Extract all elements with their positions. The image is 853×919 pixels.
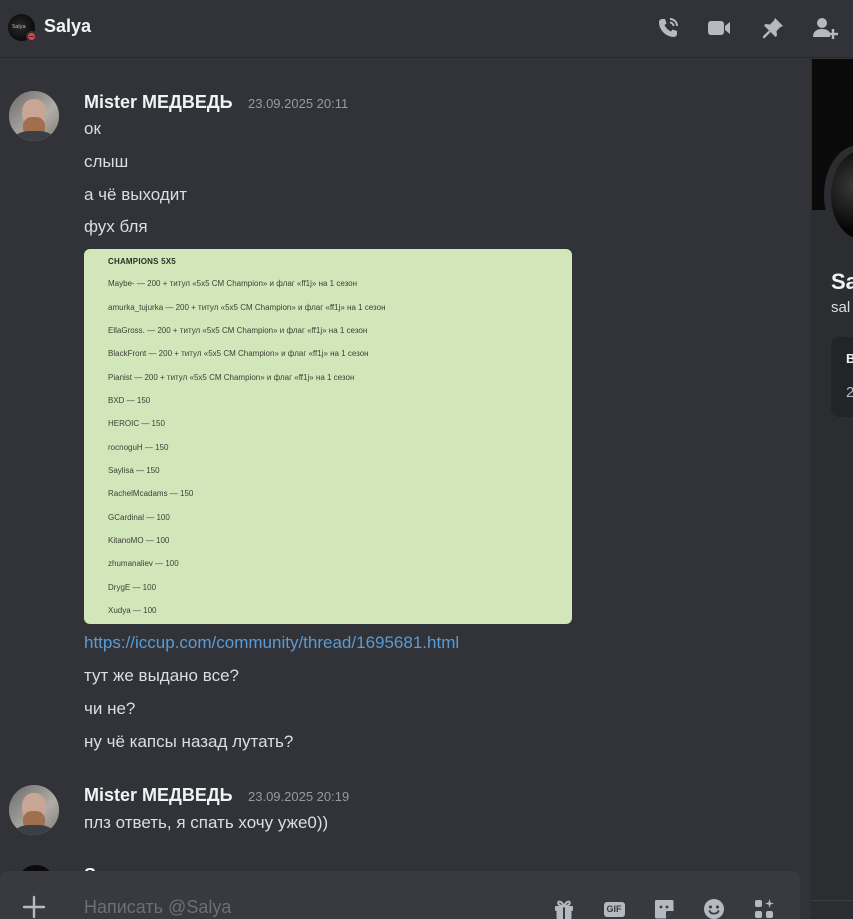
sticker-icon[interactable] [652,897,676,919]
dm-avatar[interactable]: Salya [8,14,37,42]
attachment-row: RachelMcadams — 150 [108,489,194,498]
message-list[interactable]: Mister МЕДВЕДЬ 23.09.2025 20:11 ок слыш … [0,59,811,871]
message-line: ну чё капсы назад лутать? [84,732,294,751]
attachment-row: HEROIC — 150 [108,419,165,428]
attachment-row: BXD — 150 [108,396,151,405]
avatar-logo-text: Salya [12,24,26,30]
message-input[interactable]: Написать @Salya [84,897,231,918]
add-icon[interactable] [22,895,46,919]
profile-card-value: 2 [846,384,853,401]
phone-call-icon[interactable] [655,15,681,41]
message-line: плз ответь, я спать хочу уже0)) [84,813,329,832]
author-avatar[interactable] [9,785,59,835]
attachment-row: zhumanaliev — 100 [108,559,179,568]
attachment-row: EllaGross. — 200 + титул «5x5 CM Champio… [108,326,368,335]
message-line: а чё выходит [84,185,188,204]
apps-icon[interactable] [752,897,776,919]
profile-display-name: Sa [831,269,853,294]
image-attachment[interactable]: CHAMPIONS 5X5 Maybe- — 200 + титул «5x5 … [84,249,572,624]
attachment-row: Saylisa — 150 [108,466,160,475]
attachment-row: Pianist — 200 + титул «5x5 CM Champion» … [108,373,355,382]
attachment-row: GCardinal — 100 [108,513,170,522]
message-line: чи не? [84,699,136,718]
gift-icon[interactable] [552,897,576,919]
message-timestamp: 23.09.2025 20:19 [248,789,350,804]
attachment-row: rocnoguH — 150 [108,443,169,452]
attachment-row: DrygE — 100 [108,583,157,592]
message-author[interactable]: Mister МЕДВЕДЬ [84,92,233,113]
attachment-row: BlackFront — 200 + титул «5x5 CM Champio… [108,349,369,358]
author-avatar[interactable] [9,91,59,141]
gif-label: GIF [603,901,625,917]
message-line: слыш [84,152,129,171]
attachment-title: CHAMPIONS 5X5 [108,257,176,266]
pin-icon[interactable] [760,15,786,41]
video-camera-icon[interactable] [706,15,732,41]
add-friend-icon[interactable] [812,15,838,41]
profile-card-heading: В [846,351,853,366]
divider [811,900,853,901]
profile-info-card [831,337,853,417]
gif-icon[interactable]: GIF [602,897,626,919]
message-author[interactable]: Mister МЕДВЕДЬ [84,785,233,806]
dnd-status-icon [26,31,37,42]
message-timestamp: 23.09.2025 20:11 [248,96,349,111]
message-composer[interactable]: Написать @Salya GIF [0,871,800,919]
profile-username: sal [831,299,851,316]
message-line: тут же выдано все? [84,666,239,685]
attachment-row: KitanoMO — 100 [108,536,170,545]
dm-header: Salya Salya [0,0,853,58]
attachment-row: amurka_tujurka — 200 + титул «5x5 CM Cha… [108,303,386,312]
message-link[interactable]: https://iccup.com/community/thread/16956… [84,633,459,653]
attachment-row: Maybe- — 200 + титул «5x5 CM Champion» и… [108,279,358,288]
message-line: фух бля [84,217,148,236]
profile-panel: Sa sal В 2 [811,59,853,919]
emoji-icon[interactable] [702,897,726,919]
message-line: ок [84,119,101,138]
attachment-row: Xudya — 100 [108,606,157,615]
dm-title[interactable]: Salya [44,16,91,37]
